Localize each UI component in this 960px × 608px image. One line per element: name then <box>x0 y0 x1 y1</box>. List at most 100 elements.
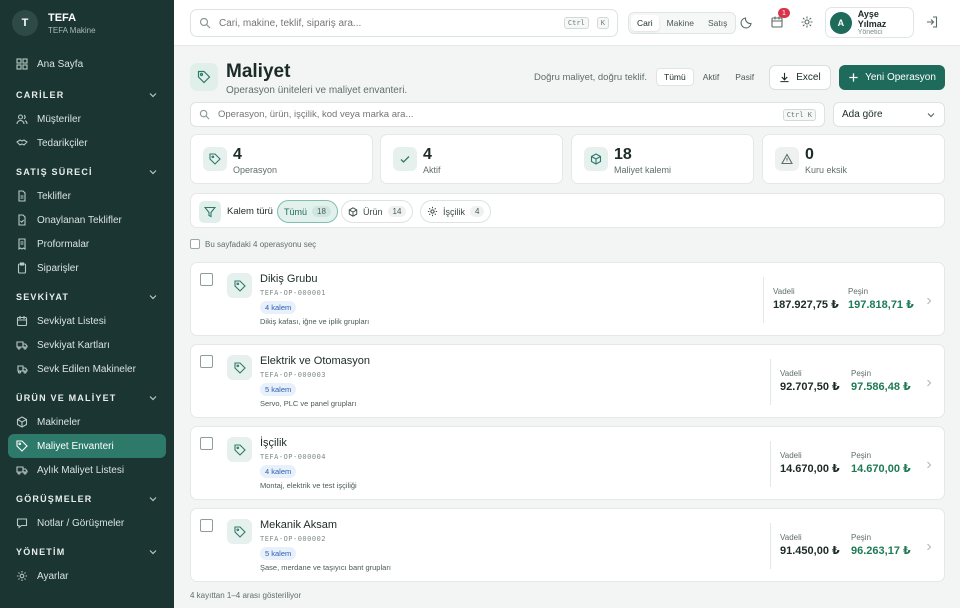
tag-icon <box>190 63 218 91</box>
sidebar-item-onaylanan-teklifler[interactable]: Onaylanan Teklifler <box>0 208 166 232</box>
operation-search[interactable]: Ctrl K <box>190 102 825 127</box>
search-icon <box>199 109 210 120</box>
download-icon <box>779 72 790 83</box>
operation-code: TEFA-OP-000002 <box>260 535 327 543</box>
sidebar-item-label: Tedarikçiler <box>37 137 88 149</box>
sidebar: T TEFA TEFA Makine Ana Sayfa CARİLER Müş… <box>0 0 174 608</box>
sidebar-item-sevkiyat-kartlari[interactable]: Sevkiyat Kartları <box>0 333 166 357</box>
status-aktif[interactable]: Aktif <box>696 69 727 85</box>
operation-card[interactable]: İşçilik TEFA-OP-000004 4 kalem Montaj, e… <box>190 426 945 500</box>
user-menu[interactable]: A Ayşe Yılmaz Yönetici <box>825 7 914 38</box>
operation-name[interactable]: Dikiş Grubu <box>260 273 317 285</box>
file-icon <box>16 190 28 202</box>
chevron-right-icon[interactable] <box>924 542 934 552</box>
divider <box>770 441 771 487</box>
row-checkbox[interactable] <box>200 273 213 286</box>
item-count-badge: 4 kalem <box>260 465 297 478</box>
sidebar-item-ayarlar[interactable]: Ayarlar <box>0 564 166 588</box>
scope-satis[interactable]: Satış <box>702 15 733 31</box>
logout-icon[interactable] <box>925 15 939 29</box>
gear-icon[interactable] <box>800 15 814 29</box>
page-title: Maliyet <box>226 61 291 82</box>
section-satis-sureci[interactable]: SATIŞ SÜRECİ <box>0 160 174 184</box>
filter-chip-tumu[interactable]: Tümü 18 <box>277 200 338 223</box>
plus-icon <box>848 72 859 83</box>
chevron-right-icon[interactable] <box>924 460 934 470</box>
row-checkbox[interactable] <box>200 519 213 532</box>
sidebar-item-notlar-gorusmeler[interactable]: Notlar / Görüşmeler <box>0 511 166 535</box>
brand[interactable]: T TEFA TEFA Makine <box>12 10 96 36</box>
global-search-input[interactable] <box>219 17 556 29</box>
sidebar-item-label: Sevkiyat Kartları <box>37 339 110 351</box>
operation-description: Şase, merdane ve taşıyıcı bant grupları <box>260 563 391 572</box>
vadeli-price: 91.450,00 ₺ <box>780 545 840 557</box>
operation-card[interactable]: Mekanik Aksam TEFA-OP-000002 5 kalem Şas… <box>190 508 945 582</box>
brand-subtitle: TEFA Makine <box>48 25 96 35</box>
page-subtitle: Operasyon üniteleri ve maliyet envanteri… <box>226 85 408 96</box>
section-cariler[interactable]: CARİLER <box>0 83 174 107</box>
row-checkbox[interactable] <box>200 355 213 368</box>
pagination-summary: 4 kayıttan 1–4 arası gösteriliyor <box>190 591 302 600</box>
stat-label: Aktif <box>423 165 441 175</box>
stat-value: 0 <box>805 146 814 163</box>
sidebar-item-label: Siparişler <box>37 262 79 274</box>
sidebar-item-label: Ana Sayfa <box>37 58 84 70</box>
operation-name[interactable]: Mekanik Aksam <box>260 519 337 531</box>
status-pasif[interactable]: Pasif <box>728 69 761 85</box>
chevron-down-icon <box>148 547 158 557</box>
section-yonetim[interactable]: YÖNETİM <box>0 540 174 564</box>
gear-icon <box>427 206 438 217</box>
scope-cari[interactable]: Cari <box>631 15 659 31</box>
filter-label: Kalem türü <box>227 206 273 217</box>
select-all-checkbox[interactable] <box>190 239 200 249</box>
operation-name[interactable]: İşçilik <box>260 437 287 449</box>
operation-code: TEFA-OP-000003 <box>260 371 327 379</box>
sidebar-item-tedarikciler[interactable]: Tedarikçiler <box>0 131 166 155</box>
chip-label: Tümü <box>284 206 308 217</box>
stat-label: Kuru eksik <box>805 165 848 175</box>
operation-name[interactable]: Elektrik ve Otomasyon <box>260 355 370 367</box>
status-tumu[interactable]: Tümü <box>656 68 694 86</box>
tag-icon <box>227 355 252 380</box>
stat-label: Maliyet kalemi <box>614 165 672 175</box>
sidebar-item-maliyet-envanteri[interactable]: Maliyet Envanteri <box>8 434 166 458</box>
filter-chip-iscilik[interactable]: İşçilik 4 <box>420 200 492 223</box>
scope-makine[interactable]: Makine <box>661 15 700 31</box>
sidebar-item-label: Aylık Maliyet Listesi <box>37 464 125 476</box>
section-urun-ve-maliyet[interactable]: ÜRÜN VE MALİYET <box>0 386 174 410</box>
excel-label: Excel <box>796 72 821 83</box>
sidebar-item-teklifler[interactable]: Teklifler <box>0 184 166 208</box>
new-operation-button[interactable]: Yeni Operasyon <box>839 65 945 90</box>
sidebar-item-ana-sayfa[interactable]: Ana Sayfa <box>0 52 166 76</box>
moon-icon[interactable] <box>740 15 754 29</box>
section-gorusmeler[interactable]: GÖRÜŞMELER <box>0 487 174 511</box>
sidebar-item-musteriler[interactable]: Müşteriler <box>0 107 166 131</box>
chevron-down-icon <box>148 90 158 100</box>
excel-button[interactable]: Excel <box>769 65 831 90</box>
user-name: Ayşe Yılmaz <box>857 9 887 29</box>
sort-select[interactable]: Ada göre <box>833 102 945 127</box>
chevron-right-icon[interactable] <box>924 296 934 306</box>
filter-chip-urun[interactable]: Ürün 14 <box>341 200 414 223</box>
operation-description: Servo, PLC ve panel grupları <box>260 399 357 408</box>
sidebar-item-siparisler[interactable]: Siparişler <box>0 256 166 280</box>
box-icon <box>16 416 28 428</box>
chevron-right-icon[interactable] <box>924 378 934 388</box>
chip-label: Ürün <box>363 206 383 217</box>
stat-label: Operasyon <box>233 165 278 175</box>
sidebar-item-aylik-maliyet-listesi[interactable]: Aylık Maliyet Listesi <box>0 458 166 482</box>
stat-maliyet-kalemi: 18 Maliyet kalemi <box>571 134 754 184</box>
sidebar-item-sevk-edilen-makineler[interactable]: Sevk Edilen Makineler <box>0 357 166 381</box>
sidebar-item-proformalar[interactable]: Proformalar <box>0 232 166 256</box>
global-search[interactable]: Ctrl K <box>190 9 618 37</box>
operation-card[interactable]: Dikiş Grubu TEFA-OP-000001 4 kalem Dikiş… <box>190 262 945 336</box>
row-checkbox[interactable] <box>200 437 213 450</box>
operation-card[interactable]: Elektrik ve Otomasyon TEFA-OP-000003 5 k… <box>190 344 945 418</box>
stat-value: 18 <box>614 146 632 163</box>
operation-search-input[interactable] <box>218 109 775 120</box>
select-all[interactable]: Bu sayfadaki 4 operasyonu seç <box>190 239 316 249</box>
sidebar-item-makineler[interactable]: Makineler <box>0 410 166 434</box>
topbar: Ctrl K Cari Makine Satış 1 A Ayşe Yılmaz… <box>174 0 960 46</box>
sidebar-item-sevkiyat-listesi[interactable]: Sevkiyat Listesi <box>0 309 166 333</box>
section-sevkiyat[interactable]: SEVKİYAT <box>0 285 174 309</box>
